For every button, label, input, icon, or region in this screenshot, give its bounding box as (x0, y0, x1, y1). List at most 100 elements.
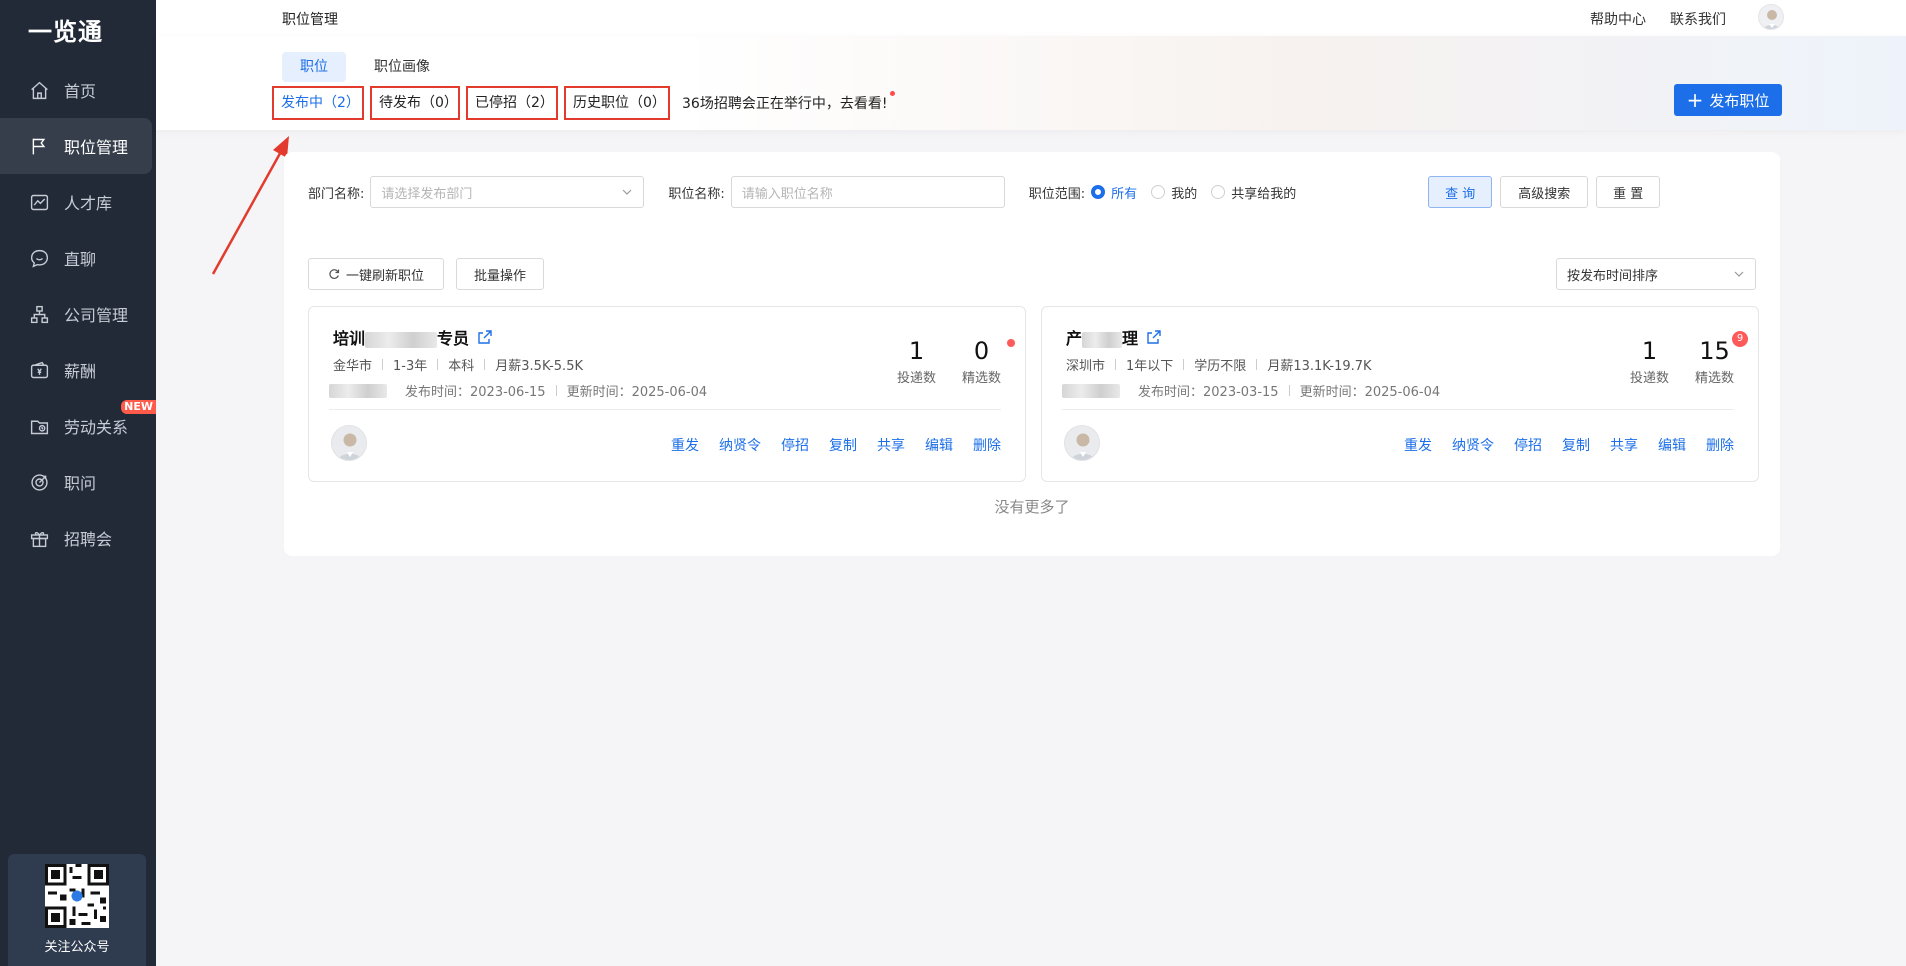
annotation-arrow (211, 136, 289, 275)
job-title[interactable]: 产理 (1066, 325, 1162, 349)
contact-us-link[interactable]: 联系我们 (1670, 9, 1726, 29)
sidebar-item-home[interactable]: 首页 (0, 62, 156, 118)
sidebar-item-jobfair[interactable]: 招聘会 (0, 510, 156, 566)
sidebar-item-labor[interactable]: 劳动关系 NEW (0, 398, 156, 454)
selected-count: 15 (1699, 337, 1730, 365)
sidebar-item-label: 薪酬 (64, 362, 97, 381)
advanced-search-button[interactable]: 高级搜索 (1500, 176, 1589, 208)
repost-button[interactable]: 重发 (671, 435, 699, 455)
scope-mine-radio[interactable]: 我的 (1151, 183, 1197, 202)
job-name-input[interactable]: 请输入职位名称 (730, 176, 1005, 208)
qr-code-panel[interactable]: 关注公众号 (8, 854, 146, 966)
publish-job-label: 发布职位 (1709, 91, 1770, 110)
stop-hiring-button[interactable]: 停招 (1514, 435, 1542, 455)
job-card[interactable]: 培训 专员 金华市 1-3年 本科 月薪3.5K-5.5K 发布时间：2023-0… (308, 306, 1026, 482)
job-times: 发布时间：2023-03-15 更新时间：2025-06-04 (1062, 381, 1440, 400)
job-times: 发布时间：2023-06-15 更新时间：2025-06-04 (329, 381, 707, 400)
selected-stat[interactable]: 0 精选数 (962, 337, 1015, 386)
app-logo[interactable]: 一览通 (0, 0, 156, 58)
selected-label: 精选数 (1694, 371, 1734, 386)
sidebar-item-company[interactable]: 公司管理 (0, 286, 156, 342)
job-title-prefix: 培训 (333, 329, 366, 348)
divider (555, 385, 557, 396)
share-button[interactable]: 共享 (877, 435, 905, 455)
dept-select[interactable]: 请选择发布部门 (370, 176, 645, 208)
target-icon (28, 471, 50, 493)
sidebar-item-jobs[interactable]: 职位管理 (0, 118, 152, 174)
plus-icon: + (1686, 88, 1704, 112)
copy-button[interactable]: 复制 (1562, 435, 1590, 455)
edit-button[interactable]: 编辑 (925, 435, 953, 455)
reset-button[interactable]: 重 置 (1596, 176, 1661, 208)
sidebar-nav: 首页 职位管理 人才库 直聊 公司管理 薪酬 劳动关系 NEW 职问 招聘会 (0, 62, 156, 566)
batch-operation-button[interactable]: 批量操作 (456, 258, 544, 290)
scope-shared-radio[interactable]: 共享给我的 (1211, 183, 1296, 202)
tab-publishing[interactable]: 发布中（2） (272, 86, 364, 120)
flag-icon (28, 135, 50, 157)
job-fair-text: 36场招聘会正在举行中，去看看! (682, 96, 888, 112)
home-icon (28, 79, 50, 101)
divider (1288, 385, 1290, 396)
delete-button[interactable]: 删除 (1706, 435, 1734, 455)
applications-stat[interactable]: 1 投递数 (897, 337, 936, 386)
redacted-text (1082, 331, 1123, 348)
talent-call-button[interactable]: 纳贤令 (1452, 435, 1494, 455)
edit-button[interactable]: 编辑 (1658, 435, 1686, 455)
radio-icon (1151, 185, 1166, 199)
sidebar-item-salary[interactable]: 薪酬 (0, 342, 156, 398)
external-link-icon[interactable] (477, 329, 493, 345)
sidebar-item-label: 劳动关系 (64, 418, 129, 437)
job-name-placeholder: 请输入职位名称 (741, 186, 833, 202)
sidebar-item-chat[interactable]: 直聊 (0, 230, 156, 286)
filter-bar: 部门名称: 请选择发布部门 职位名称: 请输入职位名称 职位范围: 所有 我的 … (308, 176, 1661, 208)
job-fair-notice[interactable]: 36场招聘会正在举行中，去看看! (682, 91, 896, 113)
job-card[interactable]: 产理 深圳市 1年以下 学历不限 月薪13.1K-19.7K 发布时间：2023… (1041, 306, 1759, 482)
redacted-text (365, 331, 438, 348)
job-updated-time: 更新时间：2025-06-04 (566, 385, 708, 400)
sidebar-item-label: 直聊 (64, 250, 97, 269)
help-center-link[interactable]: 帮助中心 (1590, 9, 1646, 29)
org-icon (28, 303, 50, 325)
applications-count: 1 (1641, 337, 1658, 365)
sort-select[interactable]: 按发布时间排序 (1556, 258, 1756, 290)
qr-label: 关注公众号 (44, 940, 110, 955)
breadcrumb: 职位管理 (282, 12, 338, 28)
dept-placeholder: 请选择发布部门 (381, 186, 473, 202)
applications-stat[interactable]: 1 投递数 (1630, 337, 1669, 386)
job-title[interactable]: 培训 专员 (333, 325, 493, 349)
selected-count-wrap: 0 (962, 337, 1015, 365)
job-published-time: 发布时间：2023-06-15 (405, 385, 546, 400)
search-button[interactable]: 查 询 (1428, 176, 1493, 208)
sidebar-item-qa[interactable]: 职问 (0, 454, 156, 510)
share-button[interactable]: 共享 (1610, 435, 1638, 455)
user-avatar[interactable] (1758, 4, 1784, 30)
selected-badge: 9 (1732, 331, 1748, 347)
job-stats: 1 投递数 0 精选数 (897, 337, 1015, 386)
recruiter-avatar (331, 425, 367, 461)
card-divider (1062, 409, 1734, 410)
tab-pending[interactable]: 待发布（0） (370, 86, 460, 120)
external-link-icon[interactable] (1146, 329, 1162, 345)
stop-hiring-button[interactable]: 停招 (781, 435, 809, 455)
tab-job-profile[interactable]: 职位画像 (356, 52, 448, 82)
copy-button[interactable]: 复制 (829, 435, 857, 455)
scope-radio-group: 所有 我的 共享给我的 (1091, 183, 1296, 202)
job-updated-time: 更新时间：2025-06-04 (1299, 385, 1441, 400)
refresh-jobs-button[interactable]: 一键刷新职位 (308, 258, 444, 290)
publish-job-button[interactable]: + 发布职位 (1674, 84, 1782, 116)
divider (484, 359, 486, 370)
tab-jobs[interactable]: 职位 (282, 52, 346, 82)
sidebar-item-label: 职位管理 (64, 138, 129, 157)
tab-history[interactable]: 历史职位（0） (564, 86, 670, 120)
selected-stat[interactable]: 15 9 精选数 (1694, 331, 1748, 386)
talent-call-button[interactable]: 纳贤令 (719, 435, 761, 455)
card-actions: 重发 纳贤令 停招 复制 共享 编辑 删除 (671, 435, 1001, 455)
delete-button[interactable]: 删除 (973, 435, 1001, 455)
job-meta: 金华市 1-3年 本科 月薪3.5K-5.5K (333, 355, 583, 374)
job-city: 金华市 (333, 359, 373, 374)
sidebar-item-talent[interactable]: 人才库 (0, 174, 156, 230)
refresh-icon (329, 269, 340, 279)
tab-stopped[interactable]: 已停招（2） (466, 86, 558, 120)
repost-button[interactable]: 重发 (1404, 435, 1432, 455)
scope-all-radio[interactable]: 所有 (1091, 183, 1137, 202)
